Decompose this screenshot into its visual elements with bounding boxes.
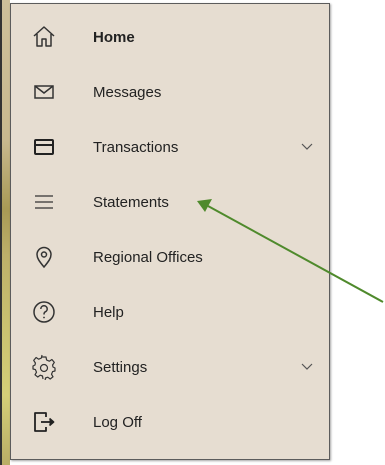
menu-item-label: Statements	[93, 193, 169, 211]
edge-rule	[0, 0, 2, 465]
menu-item-label: Messages	[93, 83, 162, 101]
background-edge	[0, 0, 10, 465]
menu-item-statements[interactable]: Statements	[11, 184, 329, 220]
help-icon	[31, 299, 57, 325]
home-icon	[31, 24, 57, 50]
menu-item-help[interactable]: Help	[11, 294, 329, 330]
logoff-icon	[31, 409, 57, 435]
location-pin-icon	[31, 244, 57, 270]
menu-item-regional-offices[interactable]: Regional Offices	[11, 239, 329, 275]
navigation-menu: Home Messages Transactions Statements Re…	[10, 3, 330, 460]
list-icon	[31, 189, 57, 215]
menu-item-label: Settings	[93, 358, 148, 376]
card-icon	[31, 134, 57, 160]
menu-item-settings[interactable]: Settings	[11, 349, 329, 385]
menu-item-label: Help	[93, 303, 124, 321]
gear-icon	[31, 354, 57, 380]
menu-item-label: Log Off	[93, 413, 142, 431]
chevron-down-icon[interactable]	[301, 363, 313, 371]
menu-item-log-off[interactable]: Log Off	[11, 404, 329, 440]
menu-item-messages[interactable]: Messages	[11, 74, 329, 110]
menu-item-home[interactable]: Home	[11, 19, 329, 55]
chevron-down-icon[interactable]	[301, 143, 313, 151]
menu-item-label: Regional Offices	[93, 248, 203, 266]
menu-item-label: Home	[93, 28, 135, 46]
envelope-icon	[31, 79, 57, 105]
menu-item-label: Transactions	[93, 138, 179, 156]
menu-item-transactions[interactable]: Transactions	[11, 129, 329, 165]
